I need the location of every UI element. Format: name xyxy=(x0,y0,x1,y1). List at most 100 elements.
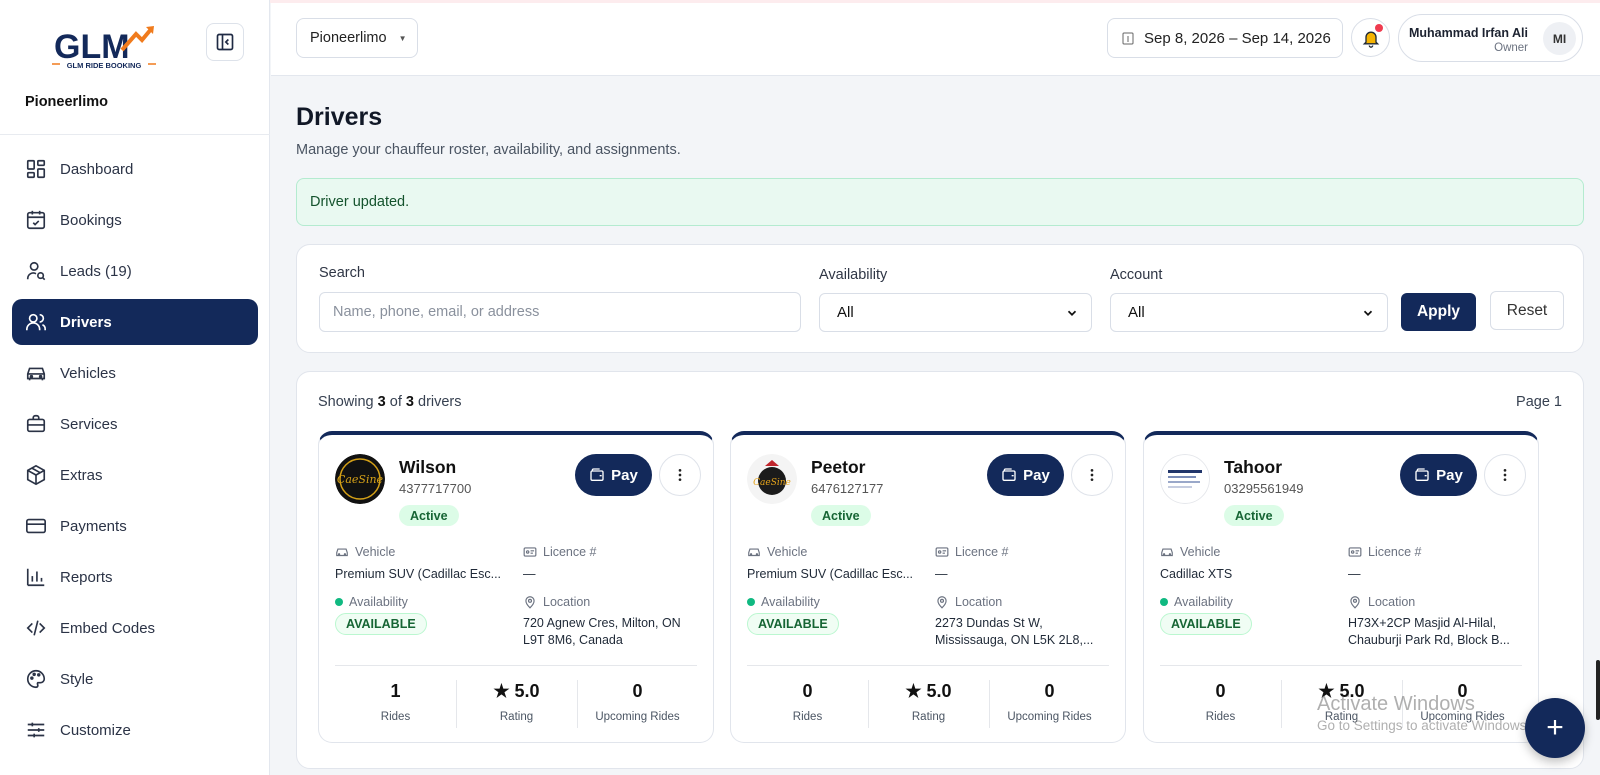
credit-card-icon xyxy=(26,518,46,534)
card-divider xyxy=(1160,665,1522,666)
vehicle-label-text: Vehicle xyxy=(355,545,396,559)
date-range-value: Sep 8, 2026 – Sep 14, 2026 xyxy=(1144,29,1331,47)
more-options-button[interactable] xyxy=(659,454,701,496)
driver-name[interactable]: Wilson xyxy=(399,457,456,478)
pay-label: Pay xyxy=(1023,466,1050,484)
upcoming-rides-value: 0 xyxy=(1044,681,1055,701)
driver-card[interactable]: Tahoor 03295561949 Active Pay Vehicle Ca… xyxy=(1143,431,1539,743)
location-label-text: Location xyxy=(1368,595,1416,609)
vehicle-value: Premium SUV (Cadillac Esc... xyxy=(747,567,914,581)
sidebar-item-extras[interactable]: Extras xyxy=(12,452,258,498)
rides-value: 1 xyxy=(390,681,401,701)
sidebar-item-services[interactable]: Services xyxy=(12,401,258,447)
date-range-picker[interactable]: Sep 8, 2026 – Sep 14, 2026 xyxy=(1107,18,1343,58)
sidebar-nav: Dashboard Bookings Leads (19) Drivers Ve… xyxy=(12,146,258,758)
collapse-sidebar-button[interactable] xyxy=(206,23,244,61)
results-shown: 3 xyxy=(377,394,386,410)
scrollbar[interactable] xyxy=(1596,660,1600,720)
vehicle-label: Vehicle xyxy=(747,545,807,559)
sidebar-item-label: Leads (19) xyxy=(60,262,132,280)
driver-phone: 6476127177 xyxy=(811,481,884,496)
location-label: Location xyxy=(523,595,590,609)
upcoming-rides-stat: 0 Upcoming Rides xyxy=(989,681,1110,723)
sidebar-item-label: Bookings xyxy=(60,211,122,229)
sidebar-item-embed-codes[interactable]: Embed Codes xyxy=(12,605,258,651)
pay-label: Pay xyxy=(1436,466,1463,484)
sliders-icon xyxy=(27,722,45,738)
pay-label: Pay xyxy=(611,466,638,484)
availability-label: Availability xyxy=(335,595,408,609)
driver-name[interactable]: Peetor xyxy=(811,457,865,478)
id-card-icon xyxy=(935,547,949,557)
availability-badge: AVAILABLE xyxy=(1160,613,1252,635)
rides-value: 0 xyxy=(802,681,813,701)
sidebar-collapse-icon xyxy=(216,33,234,51)
apply-button[interactable]: Apply xyxy=(1401,293,1476,331)
organization-select[interactable]: Pioneerlimo ▼ xyxy=(296,18,418,58)
licence-label: Licence # xyxy=(523,545,597,559)
briefcase-icon xyxy=(26,414,46,433)
sidebar-item-dashboard[interactable]: Dashboard xyxy=(12,146,258,192)
rating-label: Rating xyxy=(1324,711,1359,723)
more-options-button[interactable] xyxy=(1484,454,1526,496)
location-label: Location xyxy=(935,595,1002,609)
rating-stat: ★ 5.0 Rating xyxy=(868,681,989,723)
car-icon xyxy=(748,548,760,557)
users-icon xyxy=(26,313,46,331)
driver-avatar: CaeSine xyxy=(747,454,797,504)
page-title: Drivers xyxy=(296,103,383,131)
page-indicator: Page 1 xyxy=(1516,394,1562,410)
user-menu[interactable]: Muhammad Irfan Ali Owner MI xyxy=(1398,14,1583,62)
licence-label: Licence # xyxy=(935,545,1009,559)
availability-select[interactable]: All xyxy=(819,293,1092,332)
driver-card[interactable]: CaeSine Peetor 6476127177 Active Pay Veh… xyxy=(730,431,1126,743)
rides-label: Rides xyxy=(792,711,823,723)
sidebar-item-vehicles[interactable]: Vehicles xyxy=(12,350,258,396)
location-line-1: 2273 Dundas St W, xyxy=(935,616,1043,630)
pay-button[interactable]: Pay xyxy=(987,454,1064,496)
driver-card[interactable]: CaeSine Wilson 4377717700 Active Pay Veh… xyxy=(318,431,714,743)
rating-label: Rating xyxy=(499,711,534,723)
rating-value: ★ 5.0 xyxy=(905,681,952,701)
svg-text:CaeSine: CaeSine xyxy=(753,478,791,488)
licence-label-text: Licence # xyxy=(955,545,1009,559)
search-input[interactable] xyxy=(319,292,801,332)
pay-button[interactable]: Pay xyxy=(575,454,652,496)
location-label: Location xyxy=(1348,595,1415,609)
sidebar-item-leads[interactable]: Leads (19) xyxy=(12,248,258,294)
more-vertical-icon xyxy=(1090,469,1094,481)
vehicle-value: Premium SUV (Cadillac Esc... xyxy=(335,567,502,581)
code-icon xyxy=(26,620,46,636)
user-search-icon xyxy=(26,261,46,281)
driver-name[interactable]: Tahoor xyxy=(1224,457,1282,478)
reset-button[interactable]: Reset xyxy=(1490,291,1564,330)
sidebar-item-reports[interactable]: Reports xyxy=(12,554,258,600)
status-badge: Active xyxy=(399,505,459,526)
sidebar-item-payments[interactable]: Payments xyxy=(12,503,258,549)
sidebar-item-bookings[interactable]: Bookings xyxy=(12,197,258,243)
glm-logo[interactable]: GLM GLM RIDE BOOKING xyxy=(52,24,160,74)
rides-label: Rides xyxy=(1205,711,1236,723)
sidebar-item-style[interactable]: Style xyxy=(12,656,258,702)
sidebar-item-drivers[interactable]: Drivers xyxy=(12,299,258,345)
page-subtitle: Manage your chauffeur roster, availabili… xyxy=(296,142,681,158)
rating-value: ★ 5.0 xyxy=(1318,681,1365,701)
rides-label: Rides xyxy=(380,711,411,723)
driver-avatar xyxy=(1160,454,1210,504)
account-select[interactable]: All xyxy=(1110,293,1388,332)
rides-stat: 1 Rides xyxy=(335,681,456,723)
card-divider xyxy=(335,665,697,666)
driver-phone: 03295561949 xyxy=(1224,481,1304,496)
pay-button[interactable]: Pay xyxy=(1400,454,1477,496)
add-driver-button[interactable]: + xyxy=(1525,698,1585,758)
availability-badge: AVAILABLE xyxy=(335,613,427,635)
more-options-button[interactable] xyxy=(1071,454,1113,496)
account-label: Account xyxy=(1110,267,1163,283)
company-name: Pioneerlimo xyxy=(25,94,108,110)
notifications-button[interactable] xyxy=(1351,18,1390,57)
vehicle-label: Vehicle xyxy=(1160,545,1220,559)
more-vertical-icon xyxy=(1503,469,1507,481)
rating-stat: ★ 5.0 Rating xyxy=(456,681,577,723)
sidebar-divider xyxy=(0,134,270,135)
sidebar-item-customize[interactable]: Customize xyxy=(12,707,258,753)
